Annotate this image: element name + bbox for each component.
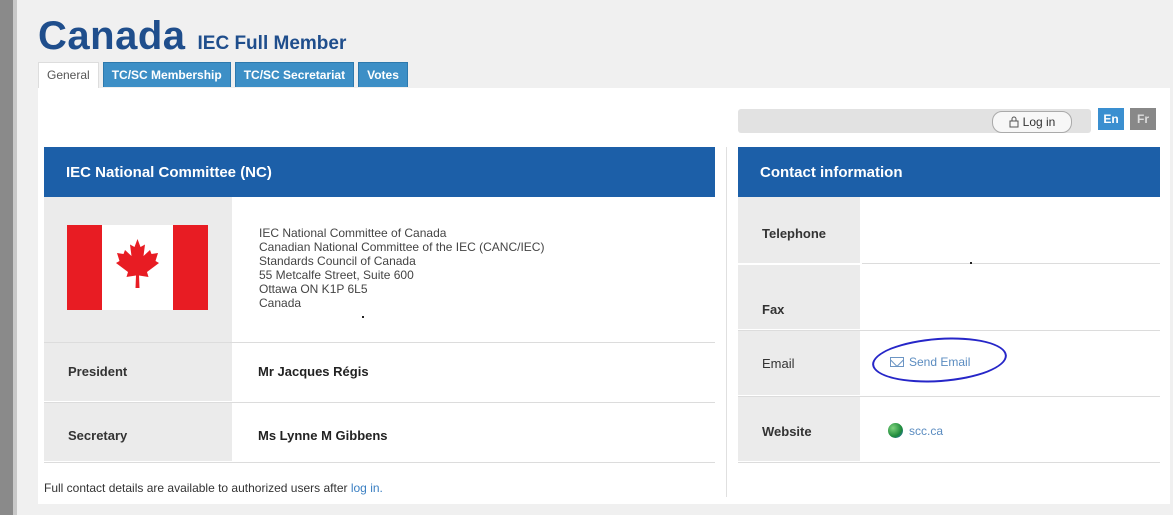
- email-label: Email: [762, 356, 795, 371]
- row-divider: [738, 462, 1160, 463]
- website-label: Website: [762, 424, 812, 439]
- fax-label: Fax: [762, 302, 785, 317]
- address-line: Standards Council of Canada: [259, 254, 416, 268]
- address-line: IEC National Committee of Canada: [259, 226, 447, 240]
- president-value: Mr Jacques Régis: [258, 364, 369, 379]
- tab-votes[interactable]: Votes: [358, 62, 408, 87]
- tab-general[interactable]: General: [38, 62, 99, 89]
- secretary-label: Secretary: [68, 428, 128, 443]
- login-button[interactable]: Log in: [992, 111, 1072, 133]
- website-link-label: scc.ca: [909, 423, 944, 438]
- secretary-value: Ms Lynne M Gibbens: [258, 428, 388, 443]
- address-line: Canadian National Committee of the IEC (…: [259, 240, 545, 254]
- president-label: President: [68, 364, 128, 379]
- window-edge: [0, 0, 13, 515]
- nc-panel-header: IEC National Committee (NC): [44, 147, 715, 197]
- tab-tcsc-membership[interactable]: TC/SC Membership: [102, 62, 231, 87]
- contact-panel-title: Contact information: [760, 163, 903, 181]
- address-line: Canada: [259, 296, 302, 310]
- lock-icon: [1009, 116, 1019, 128]
- speck: [970, 262, 972, 264]
- login-label: Log in: [1022, 115, 1056, 129]
- footnote-login-link[interactable]: log in.: [351, 481, 383, 495]
- tab-bar: General TC/SC Membership TC/SC Secretari…: [38, 62, 408, 89]
- footnote: Full contact details are available to au…: [44, 481, 383, 495]
- tab-tcsc-secretariat[interactable]: TC/SC Secretariat: [234, 62, 355, 87]
- row-divider: [862, 263, 1160, 264]
- canada-flag: [67, 225, 208, 310]
- language-fr-button[interactable]: Fr: [1130, 108, 1156, 130]
- fax-label-cell: [738, 265, 860, 329]
- page-title: Canada: [38, 14, 186, 58]
- email-label-cell: [738, 331, 860, 395]
- address-line: 55 Metcalfe Street, Suite 600: [259, 268, 414, 282]
- membership-status: IEC Full Member: [197, 33, 347, 54]
- row-divider: [44, 462, 715, 463]
- footnote-text: Full contact details are available to au…: [44, 481, 351, 495]
- window-edge-inner: [13, 0, 17, 515]
- nc-panel-title: IEC National Committee (NC): [66, 163, 272, 181]
- contact-panel-header: Contact information: [738, 147, 1160, 197]
- column-divider: [726, 147, 727, 497]
- address-line: Ottawa ON K1P 6L5: [259, 282, 368, 296]
- language-en-button[interactable]: En: [1098, 108, 1124, 130]
- telephone-label: Telephone: [762, 226, 827, 241]
- maple-leaf-icon: [116, 239, 159, 288]
- website-link[interactable]: scc.ca: [888, 423, 943, 438]
- globe-icon: [888, 423, 903, 438]
- nc-address: IEC National Committee of Canada Canadia…: [259, 226, 544, 310]
- page-header: Canada IEC Full Member: [38, 14, 346, 59]
- speck: [362, 316, 364, 318]
